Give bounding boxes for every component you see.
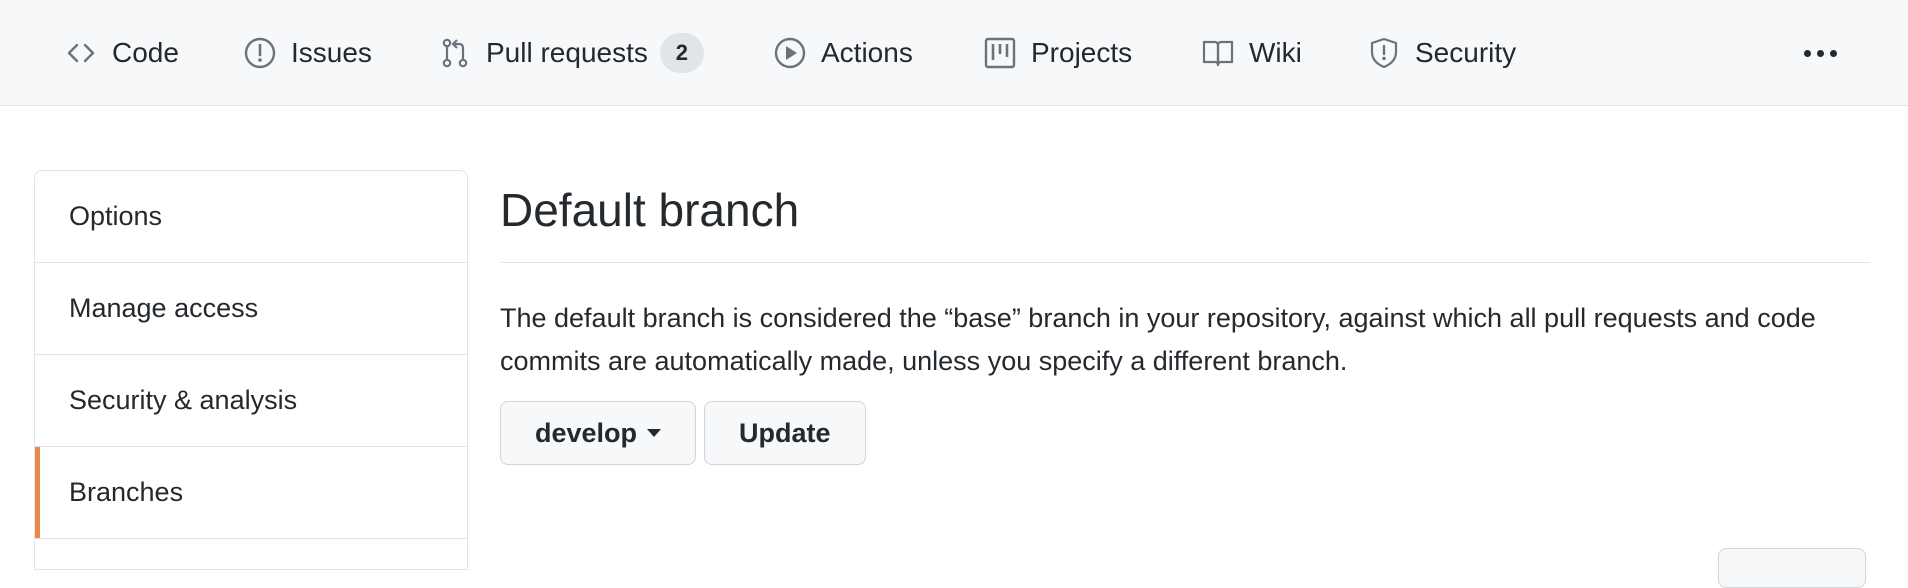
tab-label: Actions xyxy=(821,37,913,68)
tab-label: Projects xyxy=(1031,37,1133,68)
tab-projects[interactable]: Projects xyxy=(983,0,1132,106)
menu-item-label: Options xyxy=(69,201,163,231)
default-branch-controls: develop Update xyxy=(500,401,1870,465)
tab-label: Pull requests xyxy=(486,37,648,68)
tab-issues[interactable]: Issues xyxy=(243,0,372,106)
menu-item-label: Security & analysis xyxy=(69,385,298,415)
tab-label: Issues xyxy=(291,37,372,68)
shield-icon xyxy=(1367,36,1401,70)
kebab-horizontal-icon xyxy=(1801,49,1840,57)
update-button[interactable]: Update xyxy=(704,401,866,465)
menu-item-security-analysis[interactable]: Security & analysis xyxy=(35,355,467,447)
repository-nav: Code Issues Pull requests 2 Actions Proj… xyxy=(0,0,1908,106)
code-icon xyxy=(64,36,98,70)
menu-item-branches[interactable]: Branches xyxy=(35,447,467,539)
more-options-button[interactable] xyxy=(1796,0,1844,106)
issue-opened-icon xyxy=(243,36,277,70)
branch-select-button[interactable]: develop xyxy=(500,401,697,465)
book-icon xyxy=(1201,36,1235,70)
page-title: Default branch xyxy=(500,170,1870,263)
tab-actions[interactable]: Actions xyxy=(773,0,913,106)
tab-label: Code xyxy=(112,37,179,68)
menu-item-options[interactable]: Options xyxy=(35,171,467,263)
tab-wiki[interactable]: Wiki xyxy=(1201,0,1302,106)
pull-request-count-badge: 2 xyxy=(659,33,704,73)
tab-pull-requests[interactable]: Pull requests 2 xyxy=(438,0,704,106)
menu-item-manage-access[interactable]: Manage access xyxy=(35,263,467,355)
tab-security[interactable]: Security xyxy=(1367,0,1516,106)
update-button-label: Update xyxy=(739,417,831,448)
partially-visible-button[interactable] xyxy=(1718,548,1866,588)
tab-label: Wiki xyxy=(1249,37,1302,68)
menu-item-label: Manage access xyxy=(69,293,259,323)
default-branch-section: Default branch The default branch is con… xyxy=(500,170,1870,465)
tab-label: Security xyxy=(1415,37,1517,68)
play-icon xyxy=(773,36,807,70)
default-branch-description: The default branch is considered the “ba… xyxy=(500,303,1816,376)
tab-code[interactable]: Code xyxy=(64,0,179,106)
menu-item-label: Branches xyxy=(69,477,184,507)
settings-menu: Options Manage access Security & analysi… xyxy=(34,170,468,570)
project-icon xyxy=(983,36,1017,70)
git-pull-request-icon xyxy=(438,36,472,70)
branch-select-label: develop xyxy=(535,417,638,448)
triangle-down-icon xyxy=(647,429,662,437)
